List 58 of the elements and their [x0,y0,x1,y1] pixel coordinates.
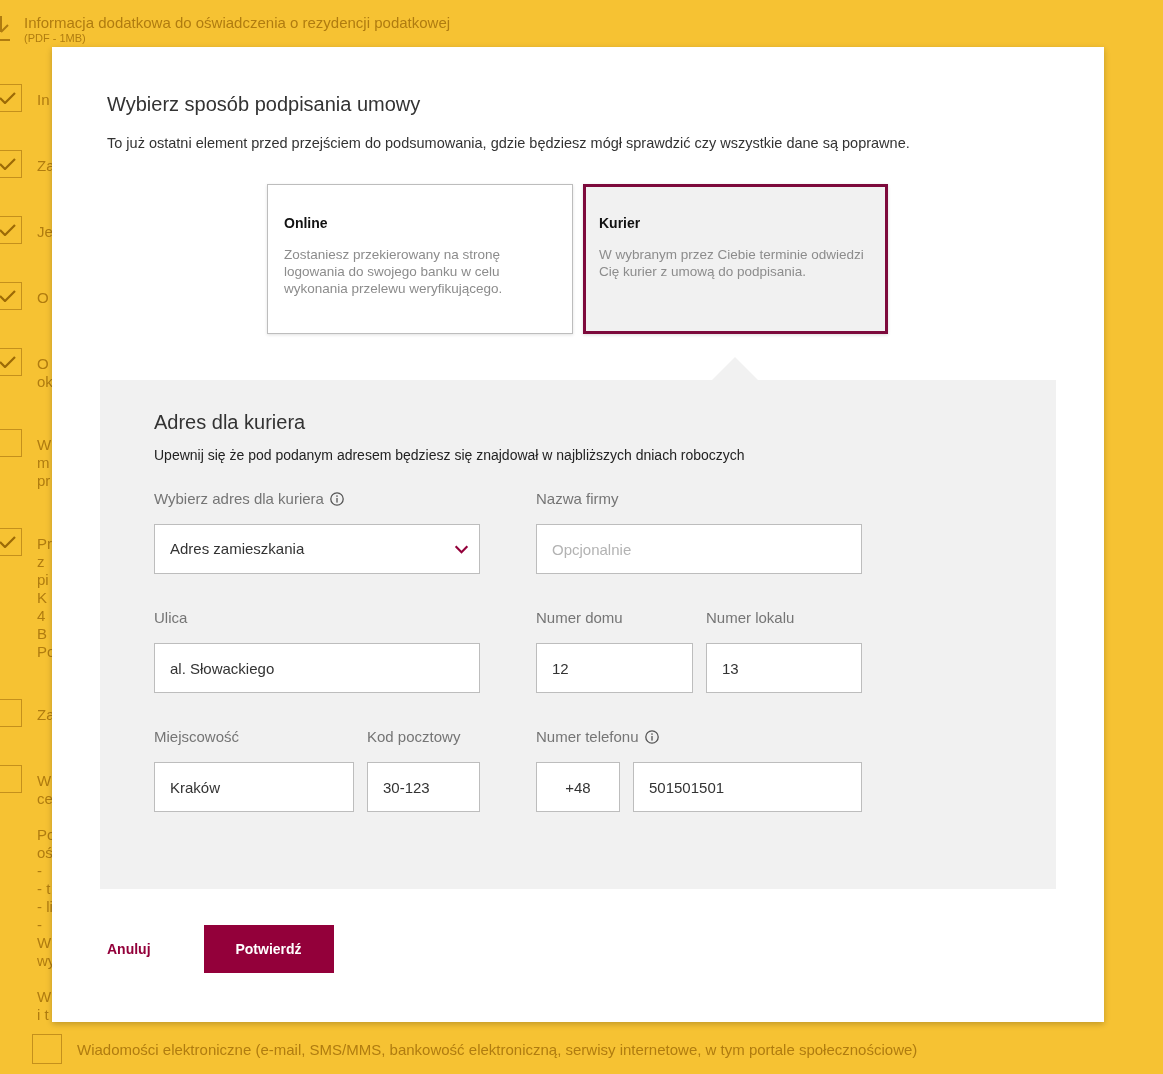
info-icon[interactable] [329,492,344,506]
field-label: Wybierz adres dla kuriera [154,490,324,508]
download-icon[interactable] [0,16,10,42]
checkbox[interactable] [0,429,22,457]
consent-text: W m pr [37,435,52,490]
field-label: Numer domu [536,609,623,627]
option-card[interactable]: Online Zostaniesz przekierowany na stronę logowania do swojego banku w celu wykonania przelewu weryfikującego. [267,184,573,334]
text-field[interactable]: 13 [706,643,862,693]
field-label: Numer lokalu [706,609,795,627]
dialog-title: Wybierz sposób podpisania umowy [107,92,422,116]
checkbox[interactable] [0,84,22,112]
check-icon [0,224,16,236]
chevron-down-icon[interactable] [454,544,469,554]
option-description: W wybranym przez Ciebie terminie odwiedzi Cię kurier z umową do podpisania. [599,246,865,280]
dialog-description: To już ostatni element przed przejściem do podsumowania, gdzie będziesz mógł sprawdzić czy wszystkie dane są poprawne. [107,134,911,153]
field-label: Ulica [154,609,188,627]
consent-text: W i t [37,988,52,1024]
checkbox[interactable] [0,348,22,376]
checkbox[interactable] [0,699,22,727]
document-size: (PDF - 1MB) [24,32,87,44]
option-title: Kurier [599,214,642,232]
panel-title: Adres dla kuriera [154,410,307,434]
field-label: Kod pocztowy [367,728,461,746]
consent-text: Je [37,222,53,241]
prefix-field[interactable]: +48 [536,762,620,812]
checkbox[interactable] [0,216,22,244]
field-label: Miejscowość [154,728,240,746]
field-label: Nazwa firmy [536,490,619,508]
text-field[interactable]: 30-123 [367,762,480,812]
text-field[interactable]: Kraków [154,762,354,812]
check-icon [0,356,16,368]
consent-text: W ce [37,771,53,808]
checkbox[interactable] [32,1034,62,1064]
address-select[interactable]: Adres zamieszkania [154,524,480,574]
option-title: Online [284,214,329,232]
check-icon [0,290,16,302]
consent-text: Wiadomości elektroniczne (e-mail, SMS/MMS, bankowość elektroniczną, serwisy internetowe, w tym portale społecznościowe) [77,1040,918,1059]
consent-text: O ok [37,354,53,391]
option-card[interactable]: Kurier W wybranym przez Ciebie terminie odwiedzi Cię kurier z umową do podpisania. [583,184,888,334]
consent-text: In [37,90,50,109]
checkbox[interactable] [0,282,22,310]
check-icon [0,92,16,104]
field-label: Numer telefonu [536,728,639,746]
info-icon[interactable] [644,730,659,744]
checkbox[interactable] [0,765,22,793]
panel-note: Upewnij się że pod podanym adresem będziesz się znajdował w najbliższych dniach roboczych [154,446,746,464]
text-field[interactable]: Opcjonalnie [536,524,862,574]
cancel-link[interactable]: Anuluj [107,938,151,960]
check-icon [0,536,16,548]
checkbox[interactable] [0,528,22,556]
confirm-button[interactable]: Potwierdź [203,925,334,973]
text-field[interactable]: 12 [536,643,693,693]
text-field[interactable]: 501501501 [633,762,862,812]
text-field[interactable]: al. Słowackiego [154,643,480,693]
consent-text: O [37,288,49,307]
checkbox[interactable] [0,150,22,178]
check-icon [0,158,16,170]
option-description: Zostaniesz przekierowany na stronę logowania do swojego banku w celu wykonania przelewu weryfikującego. [284,246,504,297]
